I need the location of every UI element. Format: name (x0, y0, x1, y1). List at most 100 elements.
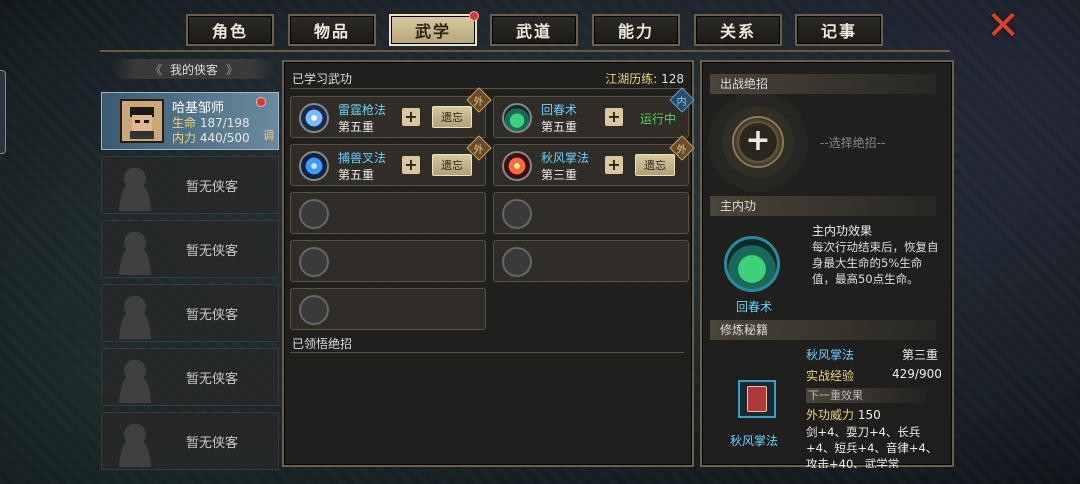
tab-role[interactable]: 角色 (186, 14, 274, 46)
skill-type-label: 外 (474, 96, 484, 108)
upgrade-plus-button[interactable]: + (402, 156, 420, 174)
empty-slot-icon (299, 247, 329, 277)
tab-bar: 角色 物品 武学 武道 能力 关系 记事 (100, 8, 950, 52)
skill-type-label: 外 (474, 144, 484, 156)
close-x-icon[interactable]: ✕ (985, 6, 1021, 46)
empty-slot-label: 暂无侠客 (186, 372, 239, 387)
skill-type-badge: 内 (669, 87, 695, 113)
skill-level: 第五重 (338, 120, 375, 134)
skill-slot[interactable]: 雷霆枪法 第五重 + 遗忘 外 (290, 87, 492, 138)
inner-art-section-title: 主内功 (710, 196, 936, 216)
tab-label: 能力 (617, 22, 654, 41)
silhouette-icon (110, 353, 160, 403)
empty-slot-label: 暂无侠客 (186, 244, 239, 259)
notification-dot-icon (469, 11, 479, 21)
tab-relations[interactable]: 关系 (694, 14, 782, 46)
skill-type-label: 内 (677, 96, 687, 108)
skill-name: 雷霆枪法 (338, 103, 387, 117)
character-card[interactable]: 哈基邹师 生命 187/198 内力 440/500 调 (101, 92, 279, 150)
detail-panel: 出战绝招 + --选择绝招-- 主内功 回春术 主内功效果 每次行动结束后，恢复… (700, 60, 954, 468)
tab-martial-arts[interactable]: 武学 (389, 11, 479, 46)
empty-companion-slot[interactable]: 暂无侠客 (101, 220, 279, 278)
skill-slot[interactable]: 秋风掌法 第三重 + 遗忘 外 (493, 135, 695, 186)
forget-button[interactable]: 遗忘 (432, 106, 472, 128)
empty-slot-icon (502, 199, 532, 229)
skill-level: 第五重 (338, 168, 375, 182)
empty-companion-slot[interactable]: 暂无侠客 (101, 284, 279, 342)
tab-label: 角色 (211, 22, 248, 41)
skill-slot[interactable]: 回春术 第五重 + 运行中 内 (493, 87, 695, 138)
character-portrait-icon (130, 107, 154, 139)
manual-book-name: 秋风掌法 (730, 434, 779, 448)
add-ultimate-button[interactable]: + (732, 116, 784, 168)
experience-value: 128 (661, 72, 684, 86)
lightning-spear-icon (299, 103, 329, 133)
mp-value: 440/500 (199, 131, 250, 145)
experience-label: 江湖历练: (605, 72, 658, 86)
comprehended-moves-title: 已领悟绝招 (292, 337, 353, 351)
autumn-palm-icon (502, 151, 532, 181)
hp-value: 187/198 (199, 116, 250, 130)
upgrade-plus-button[interactable]: + (605, 156, 623, 174)
book-icon (747, 386, 767, 412)
empty-companion-slot[interactable]: 暂无侠客 (101, 156, 279, 214)
forget-button[interactable]: 遗忘 (635, 154, 675, 176)
tab-items[interactable]: 物品 (288, 14, 376, 46)
upgrade-plus-button[interactable]: + (605, 108, 623, 126)
manual-skill-level: 第三重 (902, 348, 939, 362)
skill-slot[interactable]: 捕兽叉法 第五重 + 遗忘 外 (290, 135, 492, 186)
silhouette-icon (110, 417, 160, 467)
manual-exp-value: 429/900 (892, 367, 942, 381)
whirlwind-fork-icon (299, 151, 329, 181)
upgrade-plus-button[interactable]: + (402, 108, 420, 126)
ultimate-placeholder: --选择绝招-- (820, 136, 886, 150)
skill-name: 秋风掌法 (541, 151, 590, 165)
experience-readout: 江湖历练: 128 (605, 70, 684, 87)
empty-companion-slot[interactable]: 暂无侠客 (101, 412, 279, 470)
skill-name: 捕兽叉法 (338, 151, 387, 165)
power-line: 外功威力 150 (806, 406, 881, 423)
silhouette-icon (110, 289, 160, 339)
power-value: 150 (857, 408, 881, 422)
silhouette-icon (110, 225, 160, 275)
tab-label: 关系 (719, 22, 756, 41)
empty-skill-slot[interactable] (493, 240, 689, 282)
forget-button[interactable]: 遗忘 (432, 154, 472, 176)
empty-skill-slot[interactable] (290, 288, 486, 330)
tab-label: 武学 (414, 22, 451, 41)
healing-gourd-icon (502, 103, 532, 133)
tab-martial-way[interactable]: 武道 (490, 14, 578, 46)
tab-label: 记事 (820, 22, 857, 41)
notification-dot-icon (256, 97, 266, 107)
side-drawer-handle[interactable] (0, 70, 6, 154)
skill-name: 回春术 (541, 103, 578, 117)
empty-slot-label: 暂无侠客 (186, 308, 239, 323)
manual-exp-label: 实战经验 (806, 369, 855, 383)
companions-header: 《 我的侠客 》 (112, 59, 276, 79)
empty-slot-label: 暂无侠客 (186, 180, 239, 195)
silhouette-icon (110, 161, 160, 211)
skill-level: 第三重 (541, 168, 578, 182)
empty-companion-slot[interactable]: 暂无侠客 (101, 348, 279, 406)
empty-skill-slot[interactable] (493, 192, 689, 234)
hp-label: 生命 (172, 116, 197, 130)
empty-slot-label: 暂无侠客 (186, 436, 239, 451)
empty-skill-slot[interactable] (290, 192, 486, 234)
manual-slot[interactable] (738, 380, 776, 418)
inner-effect-title: 主内功效果 (812, 224, 873, 238)
avatar (120, 99, 164, 143)
manual-skill-name: 秋风掌法 (806, 348, 855, 362)
companions-title: 我的侠客 (169, 62, 218, 77)
next-level-label: 下一重效果 (806, 388, 926, 403)
power-label: 外功威力 (806, 408, 855, 422)
empty-skill-slot[interactable] (290, 240, 486, 282)
divider (290, 352, 684, 353)
skill-type-label: 外 (677, 144, 687, 156)
learned-skills-panel: 已学习武功 江湖历练: 128 雷霆枪法 第五重 + 遗忘 外 回春术 第五重 … (282, 60, 695, 467)
healing-gourd-icon[interactable] (724, 236, 780, 292)
mp-stat: 内力 440/500 (172, 129, 250, 146)
tab-abilities[interactable]: 能力 (592, 14, 680, 46)
mp-label: 内力 (172, 131, 197, 145)
chevron-left-icon: 《 (149, 62, 162, 77)
tab-journal[interactable]: 记事 (795, 14, 883, 46)
